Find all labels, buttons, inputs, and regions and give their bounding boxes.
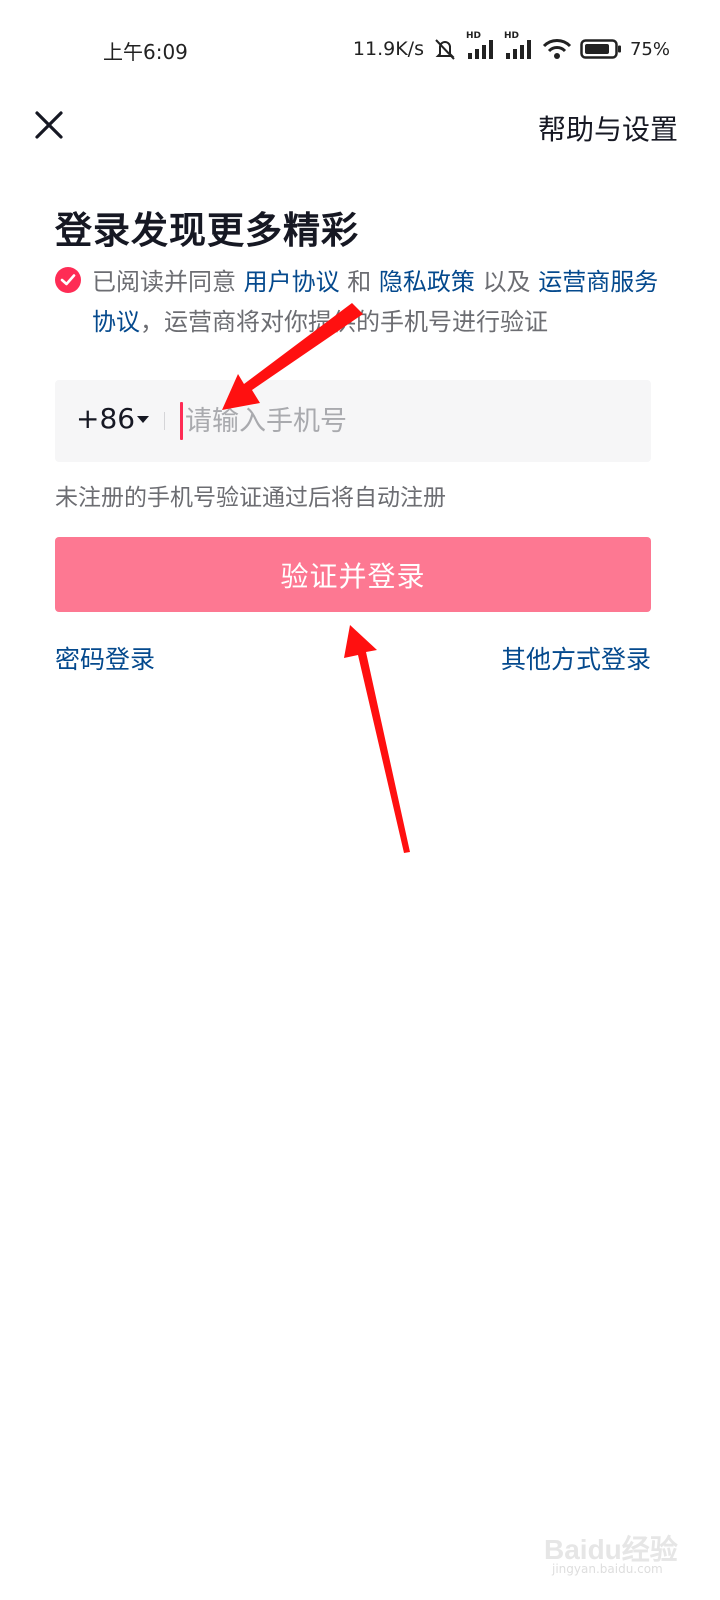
agreement-also: 以及: [482, 268, 531, 296]
signal-icon: HD: [466, 31, 496, 61]
phone-number-input[interactable]: [183, 398, 615, 444]
agreement-suffix: ，运营商将对你提供的手机号进行验证: [140, 308, 548, 336]
agreement-text: 已阅读并同意 用户协议 和 隐私政策 以及 运营商服务协议，运营商将对你提供的手…: [92, 262, 662, 342]
close-button[interactable]: [30, 106, 68, 144]
user-agreement-link[interactable]: 用户协议: [244, 268, 340, 296]
signal-icon-2: HD: [504, 31, 534, 61]
wifi-icon: [542, 37, 572, 61]
phone-input-box[interactable]: +86: [55, 380, 651, 462]
agreement-checkbox[interactable]: [55, 267, 81, 293]
country-code-selector[interactable]: +86: [76, 402, 135, 435]
dropdown-arrow-icon[interactable]: [137, 416, 149, 423]
battery-icon: [580, 38, 622, 60]
status-bar: 上午6:09 11.9K/s HD HD 75%: [0, 0, 720, 96]
hd-label: HD: [465, 31, 481, 41]
password-login-link[interactable]: 密码登录: [55, 640, 155, 676]
divider: [164, 412, 165, 430]
battery-percent: 75%: [629, 38, 670, 60]
checkmark-icon: [60, 274, 76, 286]
privacy-policy-link[interactable]: 隐私政策: [379, 268, 475, 296]
muted-bell-icon: [432, 37, 458, 61]
page-title: 登录发现更多精彩: [55, 209, 359, 252]
annotation-arrow-to-button: [344, 625, 410, 853]
agreement-prefix: 已阅读并同意: [92, 268, 236, 296]
network-speed: 11.9K/s: [352, 38, 424, 60]
agreement-and: 和: [347, 268, 372, 296]
status-indicators: 11.9K/s HD HD 75%: [352, 31, 670, 62]
close-icon: [35, 111, 63, 139]
verify-login-button[interactable]: 验证并登录: [55, 537, 651, 612]
watermark-url: jingyan.baidu.com: [552, 1562, 663, 1576]
auto-register-hint: 未注册的手机号验证通过后将自动注册: [55, 485, 446, 511]
hd-label-2: HD: [503, 31, 519, 41]
other-login-link[interactable]: 其他方式登录: [501, 640, 651, 676]
help-settings-link[interactable]: 帮助与设置: [538, 108, 678, 148]
status-time: 上午6:09: [103, 40, 188, 64]
